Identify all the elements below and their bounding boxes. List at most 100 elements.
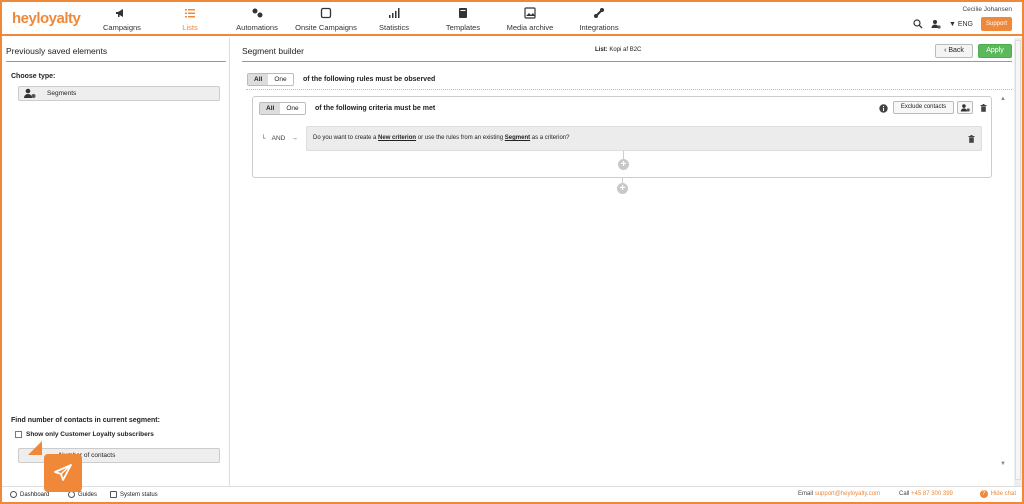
paper-plane-icon <box>54 464 72 481</box>
megaphone-icon <box>116 9 123 17</box>
and-label: AND <box>271 135 286 142</box>
back-button[interactable]: ‹ Back <box>935 44 973 58</box>
logo[interactable]: heyloyalty <box>12 10 81 27</box>
language-label: ENG <box>957 20 973 28</box>
footer-email: Email support@heyloyalty.com <box>798 491 880 497</box>
loyalty-checkbox-row[interactable]: Show only Customer Loyalty subscribers <box>15 431 154 438</box>
segment-user-icon <box>24 88 36 98</box>
hide-chat-button[interactable]: ? Hide chat <box>979 490 1016 498</box>
criteria-all-option[interactable]: All <box>260 103 281 114</box>
page-scrollbar[interactable] <box>1014 38 1022 486</box>
question-after: as a criterion? <box>530 135 570 141</box>
onsite-icon <box>320 7 332 19</box>
rules-one-option[interactable]: One <box>268 74 293 85</box>
integrations-icon <box>594 8 604 18</box>
nav-onsite-campaigns[interactable]: Onsite Campaigns <box>295 6 357 32</box>
nav-templates[interactable]: Templates <box>445 6 481 32</box>
divider <box>6 61 226 62</box>
dashboard-icon <box>10 491 17 498</box>
media-archive-icon <box>524 7 536 19</box>
add-criterion-icon[interactable]: + <box>618 159 629 170</box>
statistics-icon <box>389 8 400 18</box>
nav-statistics[interactable]: Statistics <box>379 6 409 32</box>
new-criterion-link[interactable]: New criterion <box>378 135 416 141</box>
and-connector: └ AND → <box>261 135 298 142</box>
back-label: Back <box>948 47 964 54</box>
language-selector[interactable]: ▼ ENG <box>949 21 973 28</box>
page-title: Segment builder <box>242 46 304 56</box>
trash-icon[interactable] <box>980 104 987 112</box>
list-prefix: List: <box>595 47 608 53</box>
user-settings-icon[interactable] <box>931 19 941 29</box>
nav-label: Automations <box>236 23 278 32</box>
nav-label: Statistics <box>379 23 410 32</box>
support-button[interactable]: Support <box>980 17 1012 31</box>
segments-label: Segments <box>47 90 77 97</box>
connector-line <box>623 151 624 159</box>
nav-integrations[interactable]: Integrations <box>578 6 620 32</box>
nav-label: Integrations <box>579 23 619 32</box>
criteria-toggle: All One <box>259 102 306 115</box>
arrow-right-icon: → <box>291 135 298 142</box>
loyalty-checkbox-label: Show only Customer Loyalty subscribers <box>26 431 154 438</box>
choose-type-label: Choose type: <box>11 73 56 80</box>
scroll-up-icon[interactable]: ▲ <box>1000 96 1006 102</box>
criterion-prompt: Do you want to create a New criterion or… <box>306 126 982 151</box>
phone-link[interactable]: +45 87 300 399 <box>911 491 953 497</box>
criteria-group: All One of the following criteria must b… <box>252 96 992 178</box>
launcher-badge-tail <box>28 441 42 455</box>
segment-user-button[interactable] <box>957 101 973 114</box>
exclude-contacts-button[interactable]: Exclude contacts <box>893 101 954 114</box>
top-right-tools: ▼ ENG Support <box>913 17 1012 31</box>
dotted-divider <box>246 89 1012 90</box>
divider <box>242 61 1012 62</box>
hide-chat-label: Hide chat <box>990 491 1016 497</box>
question-middle: or use the rules from an existing <box>416 135 505 141</box>
panel-title: Previously saved elements <box>6 46 108 56</box>
footer: Dashboard Guides System status Email sup… <box>2 486 1022 502</box>
criteria-one-option[interactable]: One <box>280 103 305 114</box>
nav-label: Templates <box>445 23 481 32</box>
footer-phone: Call +45 87 300 399 <box>899 491 953 497</box>
rules-toggle: All One <box>247 73 294 86</box>
search-icon[interactable] <box>913 19 923 29</box>
info-icon[interactable] <box>879 104 888 113</box>
help-icon: ? <box>979 490 988 498</box>
footer-dashboard[interactable]: Dashboard <box>10 491 49 498</box>
add-rule-icon[interactable]: + <box>617 183 628 194</box>
branch-icon: └ <box>261 135 266 142</box>
nav-label: Media archive <box>506 23 554 32</box>
footer-system-status[interactable]: System status <box>110 491 158 498</box>
loyalty-checkbox[interactable] <box>15 431 22 438</box>
user-name[interactable]: Cecilie Johansen <box>962 6 1012 13</box>
list-icon <box>185 9 195 18</box>
scroll-down-icon[interactable]: ▼ <box>1000 461 1006 467</box>
list-label: List: Kopi af B2C <box>595 47 641 53</box>
nav-media-archive[interactable]: Media archive <box>506 6 554 32</box>
nav-label: Campaigns <box>103 23 141 32</box>
launcher-badge[interactable] <box>44 454 82 492</box>
email-link[interactable]: support@heyloyalty.com <box>815 491 880 497</box>
top-bar: heyloyalty Campaigns Lists Automations O… <box>2 2 1022 36</box>
scrollbar-thumb[interactable] <box>1015 40 1021 480</box>
system-status-icon <box>110 491 117 498</box>
guides-label: Guides <box>78 491 98 498</box>
nav-automations[interactable]: Automations <box>235 6 279 32</box>
nav-lists[interactable]: Lists <box>182 6 198 32</box>
trash-icon[interactable] <box>968 135 975 143</box>
question-before: Do you want to create a <box>313 135 379 141</box>
list-name: Kopi af B2C <box>609 47 642 53</box>
find-contacts-title: Find number of contacts in current segme… <box>11 417 160 424</box>
email-label: Email <box>798 491 814 497</box>
segments-button[interactable]: Segments <box>18 86 220 101</box>
footer-guides[interactable]: Guides <box>68 491 97 498</box>
nav-campaigns[interactable]: Campaigns <box>103 6 141 32</box>
apply-button[interactable]: Apply <box>978 44 1012 58</box>
call-label: Call <box>899 491 910 497</box>
rules-all-option[interactable]: All <box>248 74 269 85</box>
system-status-label: System status <box>120 491 158 498</box>
nav-label: Onsite Campaigns <box>295 23 357 32</box>
segment-link[interactable]: Segment <box>505 135 530 141</box>
criteria-text: of the following criteria must be met <box>315 105 436 112</box>
dashboard-label: Dashboard <box>20 491 50 498</box>
